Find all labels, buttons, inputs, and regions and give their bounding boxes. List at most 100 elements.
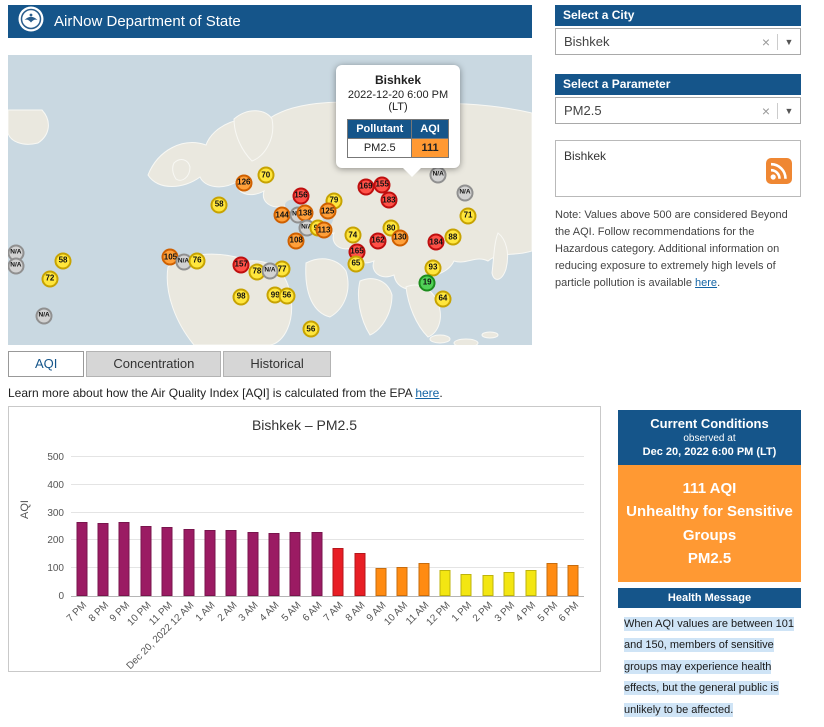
- rss-feed-icon[interactable]: [766, 158, 792, 189]
- aqi-value-line: 111 AQI: [626, 477, 793, 500]
- aqi-bar[interactable]: [482, 575, 493, 596]
- aqi-map-marker[interactable]: 98: [233, 288, 250, 305]
- aqi-bar[interactable]: [183, 529, 194, 596]
- aqi-bar[interactable]: [162, 527, 173, 596]
- tab-historical[interactable]: Historical: [223, 351, 330, 377]
- aqi-map-marker[interactable]: 19: [419, 274, 436, 291]
- popup-col-aqi: AQI: [412, 120, 449, 139]
- aqi-map[interactable]: 701265815679169155183144N/A138125N/A9511…: [8, 55, 532, 345]
- aqi-map-marker[interactable]: 71: [460, 207, 477, 224]
- parameter-select-value: PM2.5: [556, 103, 755, 118]
- y-axis-tick-label: 0: [58, 591, 64, 602]
- popup-datetime: 2022-12-20 6:00 PM: [341, 89, 455, 101]
- popup-lt: (LT): [341, 101, 455, 113]
- aqi-map-marker[interactable]: 56: [302, 321, 319, 338]
- aqi-map-marker[interactable]: 157: [233, 256, 250, 273]
- aqi-map-marker[interactable]: 184: [428, 234, 445, 251]
- aqi-bar[interactable]: [375, 568, 386, 596]
- aqi-map-marker[interactable]: N/A: [262, 263, 279, 280]
- app-header: AirNow Department of State: [8, 5, 532, 38]
- aqi-map-marker[interactable]: 65: [347, 255, 364, 272]
- aqi-bar[interactable]: [568, 565, 579, 596]
- health-message-header: Health Message: [618, 588, 801, 608]
- rss-feed-box: Bishkek: [555, 140, 801, 197]
- note-after: .: [717, 277, 720, 289]
- aqi-bar[interactable]: [333, 548, 344, 596]
- aqi-map-marker[interactable]: 72: [41, 270, 58, 287]
- aqi-bar[interactable]: [269, 533, 280, 596]
- x-axis-tick-label: 1 AM: [194, 600, 218, 624]
- aqi-bar[interactable]: [76, 522, 87, 597]
- aqi-map-marker[interactable]: 58: [55, 252, 72, 269]
- x-axis-tick-label: 10 AM: [382, 600, 410, 628]
- x-axis-tick-label: 2 PM: [471, 600, 495, 624]
- x-axis-tick-label: 8 AM: [343, 600, 367, 624]
- aqi-bar[interactable]: [119, 522, 130, 596]
- aqi-map-marker[interactable]: 183: [380, 192, 397, 209]
- tab-concentration[interactable]: Concentration: [86, 351, 221, 377]
- city-clear-icon[interactable]: ×: [755, 34, 777, 50]
- tab-aqi[interactable]: AQI: [8, 351, 84, 377]
- parameter-clear-icon[interactable]: ×: [755, 103, 777, 119]
- city-select-value: Bishkek: [556, 34, 755, 49]
- aqi-bar[interactable]: [140, 526, 151, 596]
- aqi-bar[interactable]: [525, 570, 536, 596]
- aqi-bar[interactable]: [546, 563, 557, 596]
- aqi-bar[interactable]: [98, 523, 109, 596]
- aqi-bar[interactable]: [418, 563, 429, 596]
- popup-aqi-value: 111: [412, 139, 449, 158]
- aqi-map-marker[interactable]: 56: [278, 287, 295, 304]
- aqi-map-marker[interactable]: N/A: [430, 167, 447, 184]
- aqi-map-marker[interactable]: 156: [292, 187, 309, 204]
- x-axis-tick-label: 5 PM: [535, 600, 559, 624]
- aqi-map-marker[interactable]: 88: [444, 229, 461, 246]
- aqi-map-marker[interactable]: 64: [434, 290, 451, 307]
- aqi-map-marker[interactable]: N/A: [8, 258, 24, 275]
- aqi-bar[interactable]: [290, 532, 301, 596]
- aqi-bar[interactable]: [354, 553, 365, 596]
- city-select[interactable]: Bishkek × ▼: [555, 28, 801, 55]
- aqi-map-marker[interactable]: 169: [357, 178, 374, 195]
- aqi-map-marker[interactable]: 162: [369, 232, 386, 249]
- aqi-bar[interactable]: [226, 530, 237, 596]
- aqi-map-marker[interactable]: 74: [344, 227, 361, 244]
- learn-more-text: Learn more about how the Air Quality Ind…: [8, 386, 443, 400]
- aqi-map-marker[interactable]: 144: [274, 207, 291, 224]
- y-axis-tick-label: 400: [47, 480, 64, 491]
- map-popup[interactable]: Bishkek 2022-12-20 6:00 PM (LT) Pollutan…: [336, 65, 460, 168]
- aqi-map-marker[interactable]: 108: [288, 232, 305, 249]
- y-axis-tick-label: 200: [47, 535, 64, 546]
- note-here-link[interactable]: here: [695, 277, 717, 289]
- gridline: [71, 456, 584, 457]
- aqi-bar[interactable]: [461, 574, 472, 596]
- aqi-map-marker[interactable]: N/A: [456, 185, 473, 202]
- parameter-select[interactable]: PM2.5 × ▼: [555, 97, 801, 124]
- aqi-bar[interactable]: [247, 532, 258, 596]
- parameter-chevron-down-icon[interactable]: ▼: [778, 106, 800, 116]
- aqi-map-marker[interactable]: 126: [235, 174, 252, 191]
- current-conditions-title: Current Conditions: [622, 416, 797, 431]
- aqi-bar[interactable]: [204, 530, 215, 596]
- aqi-map-marker[interactable]: 70: [257, 167, 274, 184]
- aqi-map-marker[interactable]: N/A: [36, 308, 53, 325]
- aqi-bar[interactable]: [397, 567, 408, 596]
- x-axis-tick-label: 1 PM: [450, 600, 474, 624]
- aqi-bar[interactable]: [504, 572, 515, 596]
- aqi-bar[interactable]: [440, 570, 451, 596]
- x-axis-tick-label: 10 PM: [125, 600, 153, 628]
- health-message-body: When AQI values are between 101 and 150,…: [618, 608, 801, 727]
- city-chevron-down-icon[interactable]: ▼: [778, 37, 800, 47]
- aqi-map-marker[interactable]: 58: [211, 196, 228, 213]
- y-axis-tick-label: 500: [47, 452, 64, 463]
- learn-more-before: Learn more about how the Air Quality Ind…: [8, 386, 415, 400]
- select-parameter-header: Select a Parameter: [555, 74, 801, 95]
- aqi-bar[interactable]: [311, 532, 322, 596]
- aqi-map-marker[interactable]: 113: [315, 222, 332, 239]
- epa-here-link[interactable]: here: [415, 386, 439, 400]
- aqi-map-marker[interactable]: 125: [319, 203, 336, 220]
- x-axis-tick-label: 4 AM: [258, 600, 282, 624]
- observed-at-value: Dec 20, 2022 6:00 PM (LT): [622, 446, 797, 458]
- x-axis-tick-label: 3 AM: [237, 600, 261, 624]
- aqi-map-marker[interactable]: 76: [189, 252, 206, 269]
- aqi-map-marker[interactable]: 130: [391, 229, 408, 246]
